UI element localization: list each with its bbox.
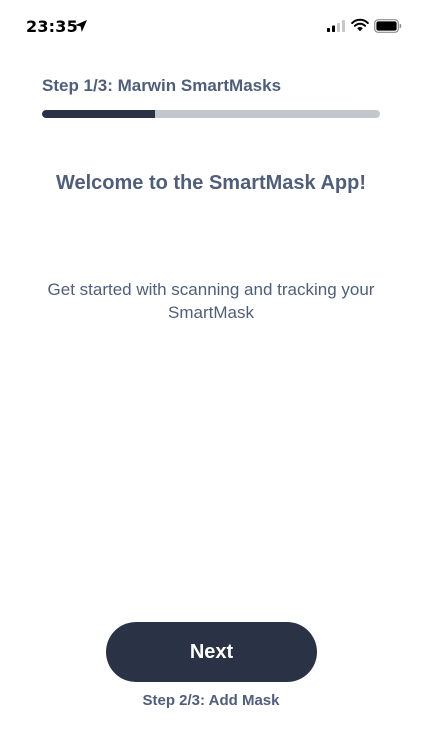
battery-icon [374,19,402,33]
step-title: Step 1/3: Marwin SmartMasks [42,76,282,95]
next-button[interactable]: Next [106,622,317,682]
welcome-heading: Welcome to the SmartMask App! [55,172,367,194]
status-bar: 23:35 [0,0,422,54]
progress-bar [42,110,380,118]
cellular-signal-icon [327,20,345,32]
status-time: 23:35 [26,17,78,36]
progress-bar-fill [42,110,155,118]
next-step-label: Step 2/3: Add Mask [142,692,280,709]
welcome-description: Get started with scanning and tracking y… [47,280,375,322]
wifi-icon [351,18,369,32]
location-arrow-icon [75,20,87,32]
